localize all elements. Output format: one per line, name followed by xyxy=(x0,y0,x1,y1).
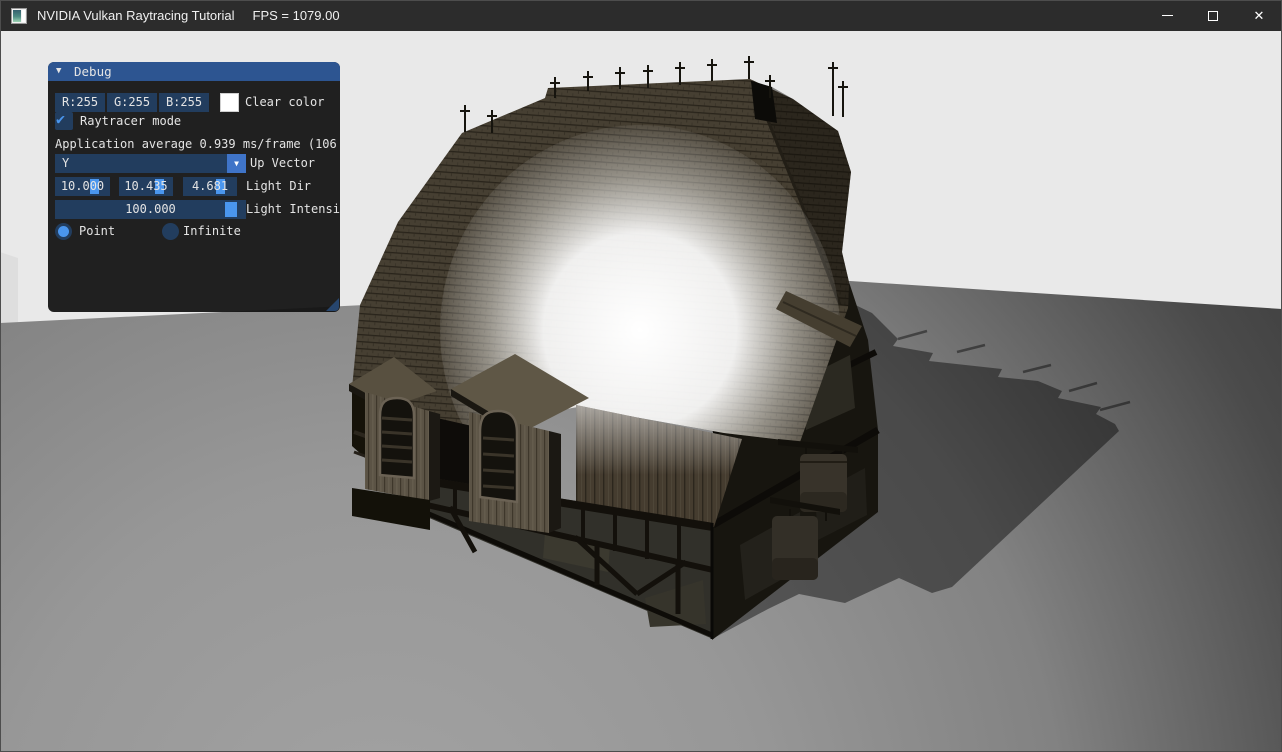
clear-color-b-drag[interactable]: B:255 xyxy=(159,93,209,112)
up-vector-combo[interactable]: Y ▼ xyxy=(55,154,246,173)
minimize-icon xyxy=(1162,15,1173,16)
up-vector-value: Y xyxy=(62,154,69,173)
up-vector-label: Up Vector xyxy=(250,154,315,173)
light-dir-label: Light Dir xyxy=(246,177,311,196)
light-type-point-radio[interactable] xyxy=(55,223,72,240)
debug-panel: ▼ Debug R:255 G:255 B:255 Clear color ✔ … xyxy=(48,62,340,312)
radio-dot xyxy=(58,226,69,237)
light-intensity-label: Light Intensity xyxy=(246,200,340,219)
minimize-button[interactable] xyxy=(1144,0,1190,31)
far-left-wall xyxy=(0,252,18,323)
light-type-point-label: Point xyxy=(79,222,115,241)
fps-counter: FPS = 1079.00 xyxy=(253,8,340,23)
maximize-button[interactable] xyxy=(1190,0,1236,31)
app-window: NVIDIA Vulkan Raytracing Tutorial FPS = … xyxy=(0,0,1282,752)
chevron-down-icon[interactable]: ▼ xyxy=(227,154,246,173)
frame-stats-text: Application average 0.939 ms/frame (1064 xyxy=(55,136,336,152)
app-icon xyxy=(11,8,27,24)
raytracer-mode-label: Raytracer mode xyxy=(80,112,181,131)
panel-title: Debug xyxy=(74,62,112,81)
light-type-infinite-label: Infinite xyxy=(183,222,241,241)
maximize-icon xyxy=(1208,11,1218,21)
slider-grab[interactable] xyxy=(225,202,237,217)
checkmark-icon: ✔ xyxy=(56,110,65,128)
clear-color-g-drag[interactable]: G:255 xyxy=(107,93,157,112)
light-dir-z-slider[interactable]: 4.681 xyxy=(183,177,237,196)
close-button[interactable]: ✕ xyxy=(1236,0,1282,31)
collapse-arrow-icon[interactable]: ▼ xyxy=(56,62,61,81)
close-icon: ✕ xyxy=(1254,9,1265,22)
raytracer-mode-checkbox[interactable]: ✔ xyxy=(55,112,73,130)
light-intensity-slider[interactable]: 100.000 xyxy=(55,200,246,219)
light-dir-x-slider[interactable]: 10.000 xyxy=(55,177,110,196)
title-bar[interactable]: NVIDIA Vulkan Raytracing Tutorial FPS = … xyxy=(0,0,1282,31)
light-type-infinite-radio[interactable] xyxy=(162,223,179,240)
dormer-left-window xyxy=(380,398,414,478)
clear-color-label: Clear color xyxy=(245,93,324,112)
debug-panel-header[interactable]: ▼ Debug xyxy=(48,62,340,81)
panel-resize-grip[interactable] xyxy=(326,298,339,311)
clear-color-swatch[interactable] xyxy=(220,93,239,112)
window-title: NVIDIA Vulkan Raytracing Tutorial xyxy=(37,8,235,23)
light-dir-y-slider[interactable]: 10.435 xyxy=(119,177,173,196)
